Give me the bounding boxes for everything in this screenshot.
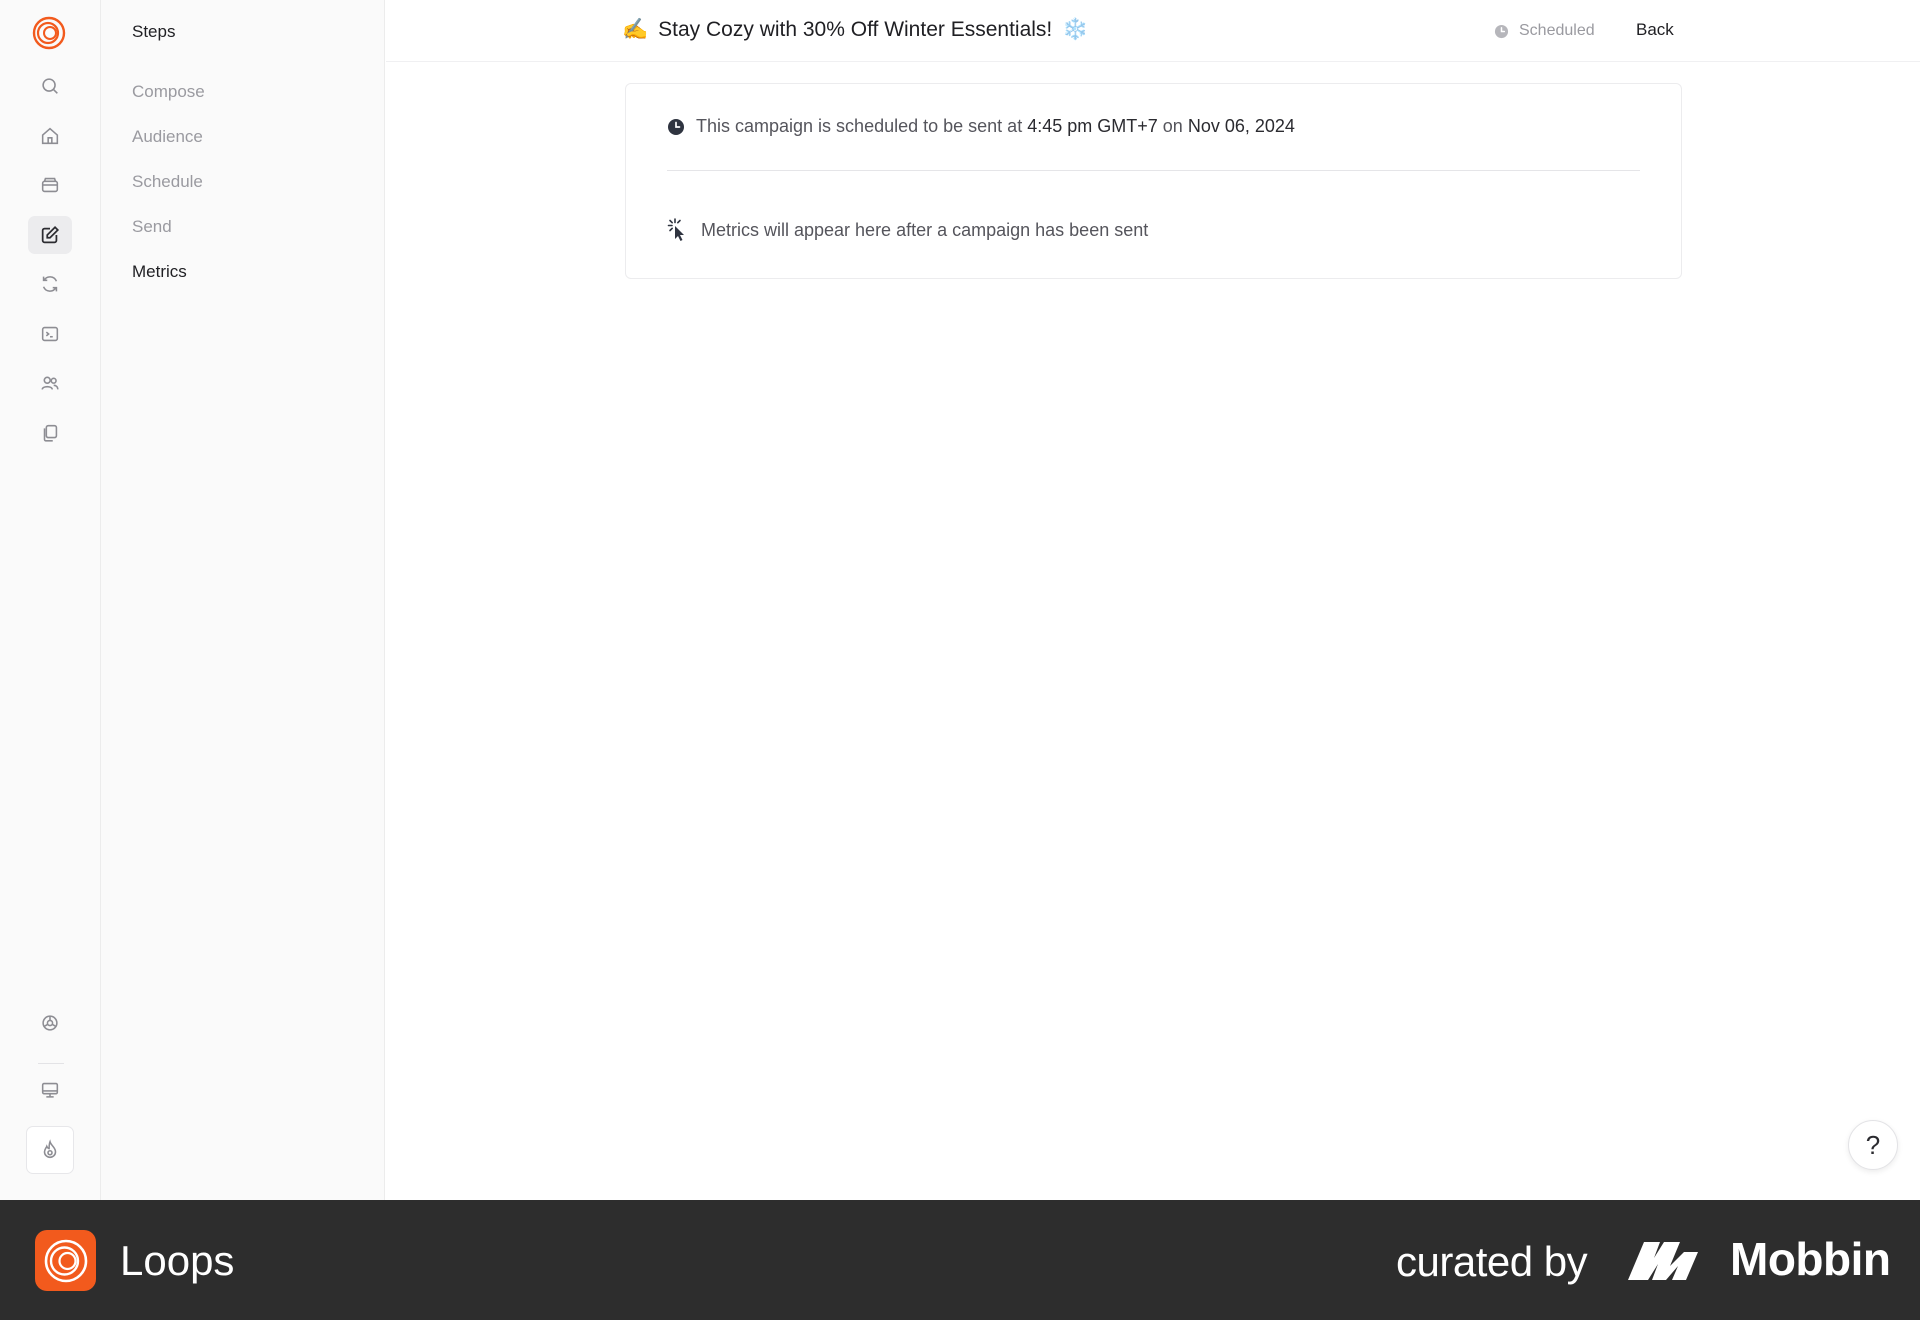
step-metrics[interactable]: Metrics [132, 262, 187, 282]
search-icon[interactable] [28, 67, 72, 105]
home-icon[interactable] [28, 117, 72, 155]
loops-logo-icon[interactable] [32, 16, 66, 50]
help-button[interactable]: ? [1848, 1120, 1898, 1170]
step-audience[interactable]: Audience [132, 127, 203, 147]
footer-banner: Loops curated by Mobbin [0, 1200, 1920, 1320]
metrics-placeholder: Metrics will appear here after a campaig… [667, 218, 1148, 242]
back-button[interactable]: Back [1636, 20, 1674, 40]
step-schedule[interactable]: Schedule [132, 172, 203, 192]
schedule-text: This campaign is scheduled to be sent at… [696, 116, 1295, 136]
settings-icon[interactable] [28, 1004, 72, 1042]
loops-brand-icon [35, 1230, 96, 1291]
schedule-time: 4:45 pm GMT+7 [1027, 116, 1158, 136]
copy-icon[interactable] [28, 414, 72, 452]
status-label: Scheduled [1519, 22, 1595, 39]
writing-hand-emoji: ✍️ [622, 18, 649, 41]
users-icon[interactable] [28, 364, 72, 402]
curated-by-label: curated by [1396, 1238, 1588, 1285]
snowflake-emoji: ❄️ [1062, 18, 1089, 41]
refresh-icon[interactable] [28, 265, 72, 303]
campaign-header: ✍️ Stay Cozy with 30% Off Winter Essenti… [386, 0, 1920, 62]
icon-rail [0, 0, 101, 1200]
metrics-note: Metrics will appear here after a campaig… [701, 219, 1149, 240]
mobbin-logo-icon [1628, 1242, 1698, 1280]
step-compose[interactable]: Compose [132, 82, 205, 102]
card-divider [667, 170, 1640, 171]
campaign-title: ✍️ Stay Cozy with 30% Off Winter Essenti… [622, 18, 1088, 42]
monitor-icon[interactable] [28, 1071, 72, 1109]
fire-icon[interactable] [26, 1126, 74, 1174]
schedule-info: This campaign is scheduled to be sent at… [667, 116, 1295, 137]
steps-panel: Steps Compose Audience Schedule Send Met… [101, 0, 385, 1200]
campaign-title-text: Stay Cozy with 30% Off Winter Essentials… [658, 18, 1053, 41]
step-send[interactable]: Send [132, 217, 172, 237]
metrics-card: This campaign is scheduled to be sent at… [625, 83, 1682, 279]
main-content: ✍️ Stay Cozy with 30% Off Winter Essenti… [386, 0, 1920, 1200]
clock-icon [668, 118, 684, 135]
brand-name: Loops [120, 1237, 235, 1284]
steps-heading: Steps [132, 22, 176, 41]
schedule-date: Nov 06, 2024 [1187, 116, 1295, 136]
edit-icon[interactable] [28, 216, 72, 254]
rail-divider [38, 1063, 64, 1064]
status-badge: Scheduled [1494, 22, 1595, 40]
terminal-icon[interactable] [28, 315, 72, 353]
cursor-click-icon [667, 218, 684, 241]
curator-name: Mobbin [1730, 1233, 1891, 1285]
inbox-icon[interactable] [28, 166, 72, 204]
clock-icon [1494, 24, 1509, 38]
